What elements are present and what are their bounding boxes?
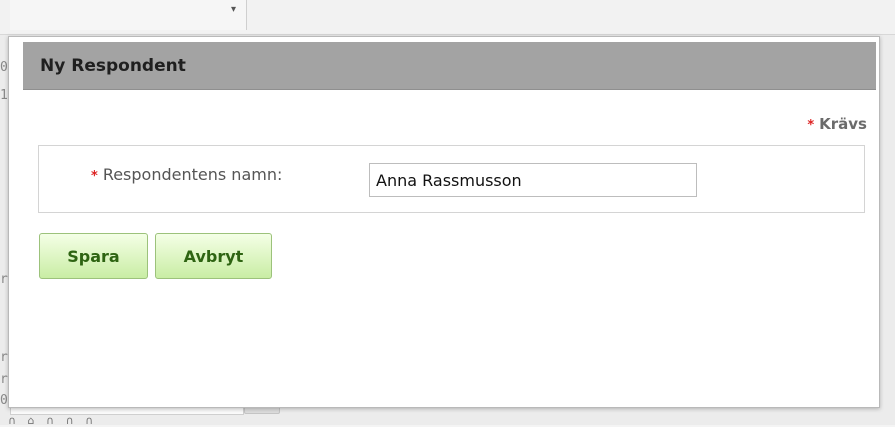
background-bottom-text: ∩ ⌂ ∩ ∩ ∩ [8,414,98,427]
dialog-header: Ny Respondent [23,42,876,90]
save-button[interactable]: Spara [39,233,148,279]
required-star-icon: * [807,118,815,133]
cancel-button[interactable]: Avbryt [155,233,272,279]
dropdown-arrow-icon: ▾ [231,4,237,15]
respondent-name-label-text: Respondentens namn: [102,165,283,184]
required-star-icon: * [91,169,98,184]
respondent-name-label: * Respondentens namn: [91,165,282,184]
required-legend-label: Krävs [819,115,867,133]
respondent-form: * Respondentens namn: [38,145,865,213]
new-respondent-dialog: Ny Respondent * Krävs * Respondentens namn… [8,36,880,408]
background-toolbar: ▾ [0,0,895,35]
background-dropdown[interactable]: ▾ [10,0,247,30]
required-legend: * Krävs [807,115,867,133]
dialog-title: Ny Respondent [40,56,186,76]
respondent-name-input[interactable] [369,163,697,197]
